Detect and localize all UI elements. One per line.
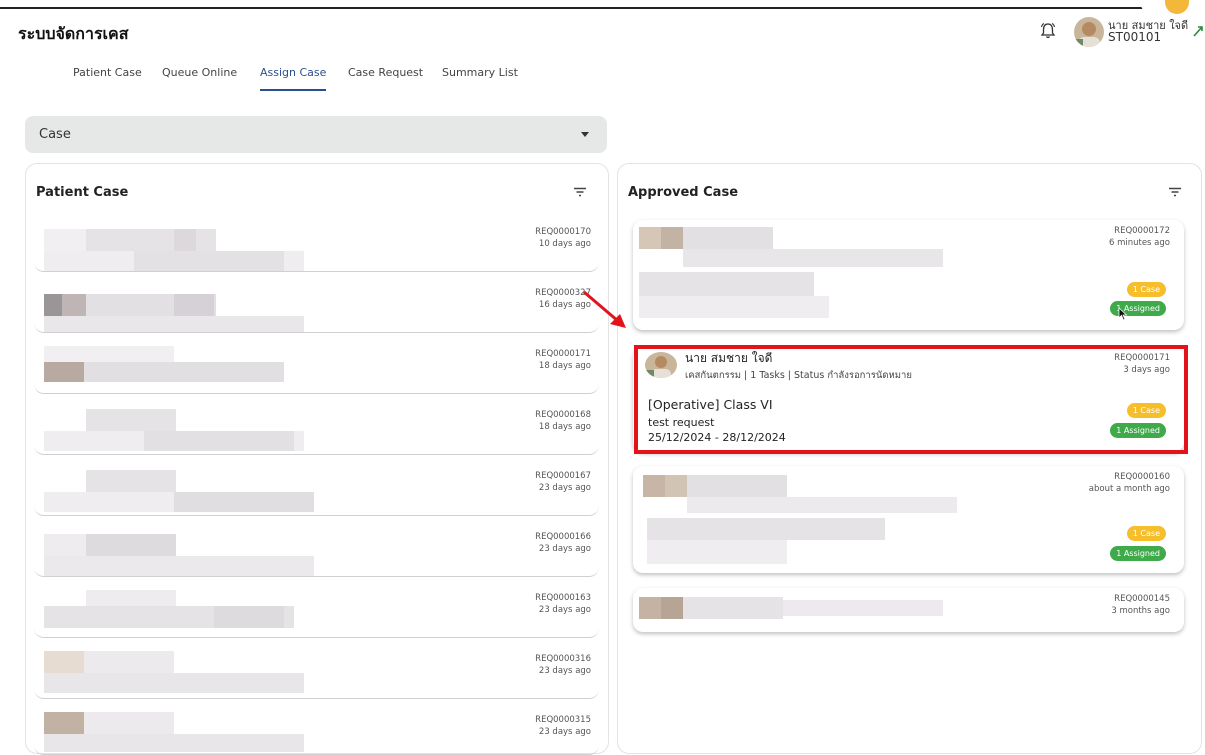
avatar[interactable]: [1074, 17, 1104, 47]
app-title: ระบบจัดการเคส: [18, 24, 129, 43]
patient-case-row[interactable]: REQ0000316 23 days ago: [34, 651, 599, 699]
request-id: REQ0000315: [535, 715, 591, 725]
time-ago: 10 days ago: [538, 239, 591, 249]
patient-case-row[interactable]: REQ0000170 10 days ago: [34, 224, 599, 272]
request-id: REQ0000316: [535, 654, 591, 664]
request-id: REQ0000160: [1114, 472, 1170, 482]
request-id: REQ0000166: [535, 532, 591, 542]
request-id: REQ0000168: [535, 410, 591, 420]
mouse-cursor-icon: [1118, 307, 1128, 321]
case-count-badge: 1 Case: [1126, 282, 1166, 297]
tab-summary-list[interactable]: Summary List: [442, 60, 518, 89]
request-id: REQ0000170: [535, 227, 591, 237]
top-edge-decoration: [0, 0, 1205, 18]
time-ago: 23 days ago: [538, 727, 591, 737]
patient-case-row[interactable]: REQ0000327 16 days ago: [34, 285, 599, 333]
chevron-down-icon: [581, 132, 589, 137]
time-ago: 18 days ago: [538, 422, 591, 432]
request-id: REQ0000145: [1114, 594, 1170, 604]
patient-case-row[interactable]: REQ0000168 18 days ago: [34, 407, 599, 455]
patient-case-row[interactable]: REQ0000167 23 days ago: [34, 468, 599, 516]
request-id: REQ0000163: [535, 593, 591, 603]
approved-case-card[interactable]: REQ0000145 3 months ago: [633, 588, 1184, 632]
case-select-value: Case: [39, 127, 71, 142]
time-ago: 23 days ago: [538, 666, 591, 676]
request-id: REQ0000172: [1114, 226, 1170, 236]
approved-case-card[interactable]: REQ0000160 about a month ago 1 Case 1 As…: [633, 466, 1184, 573]
bell-icon[interactable]: [1040, 22, 1056, 40]
tab-case-request[interactable]: Case Request: [348, 60, 423, 89]
time-ago: about a month ago: [1088, 484, 1170, 494]
patient-case-row[interactable]: REQ0000166 23 days ago: [34, 529, 599, 577]
time-ago: 23 days ago: [538, 483, 591, 493]
approved-case-panel: Approved Case REQ0000172 6 minutes ago 1…: [617, 163, 1202, 754]
time-ago: 23 days ago: [538, 544, 591, 554]
request-id: REQ0000167: [535, 471, 591, 481]
time-ago: 6 minutes ago: [1108, 238, 1170, 248]
time-ago: 3 months ago: [1111, 606, 1170, 616]
patient-case-row[interactable]: REQ0000163 23 days ago: [34, 590, 599, 638]
approved-case-title: Approved Case: [628, 185, 739, 200]
tab-patient-case[interactable]: Patient Case: [73, 60, 142, 89]
expand-icon[interactable]: [1192, 24, 1204, 38]
highlight-box: [634, 345, 1188, 454]
time-ago: 18 days ago: [538, 361, 591, 371]
case-select[interactable]: Case: [25, 116, 607, 153]
patient-case-panel: Patient Case REQ0000170 10 days ago REQ0…: [25, 163, 609, 755]
patient-case-row[interactable]: REQ0000315 23 days ago: [34, 712, 599, 755]
filter-icon[interactable]: [1168, 187, 1182, 197]
patient-case-title: Patient Case: [36, 185, 129, 200]
approved-case-card[interactable]: REQ0000172 6 minutes ago 1 Case 1 Assign…: [633, 220, 1184, 330]
request-id: REQ0000171: [535, 349, 591, 359]
assigned-badge: 1 Assigned: [1110, 546, 1166, 561]
tab-assign-case[interactable]: Assign Case: [260, 60, 327, 91]
user-id: ST00101: [1108, 30, 1162, 44]
time-ago: 23 days ago: [538, 605, 591, 615]
tab-queue-online[interactable]: Queue Online: [162, 60, 237, 89]
case-count-badge: 1 Case: [1126, 526, 1166, 541]
arrow-annotation: [583, 290, 626, 328]
filter-icon[interactable]: [573, 187, 587, 197]
patient-case-row[interactable]: REQ0000171 18 days ago: [34, 346, 599, 394]
